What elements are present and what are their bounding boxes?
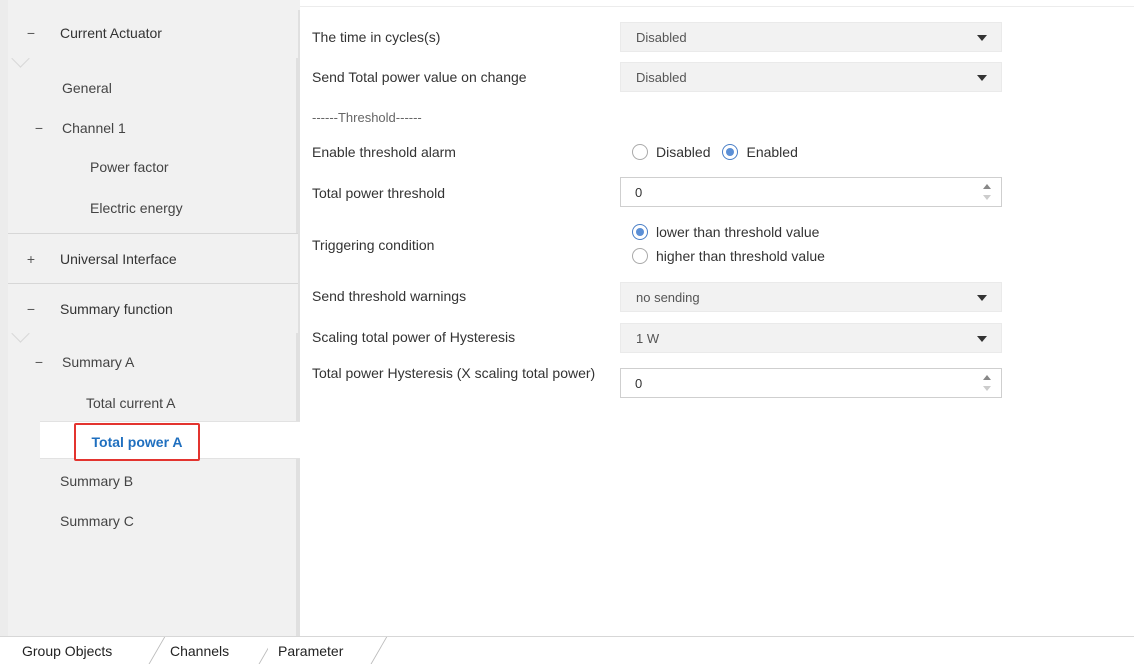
section-label: Universal Interface bbox=[60, 250, 177, 267]
radio-option-enabled[interactable]: Enabled bbox=[722, 144, 798, 160]
param-time-in-cycles: The time in cycles(s) Disabled bbox=[312, 22, 1112, 52]
param-total-power-threshold: Total power threshold 0 bbox=[312, 177, 1112, 207]
sidebar-item-label: Power factor bbox=[90, 159, 169, 175]
radio-label: Enabled bbox=[746, 144, 798, 160]
section-notch bbox=[8, 333, 38, 343]
chevron-down-icon bbox=[977, 295, 987, 301]
section-summary-function[interactable]: − Summary function bbox=[8, 283, 298, 333]
sidebar-item-label: Total current A bbox=[86, 395, 176, 411]
triggering-condition-radio-group: lower than threshold value higher than t… bbox=[632, 220, 837, 268]
section-universal-interface[interactable]: + Universal Interface bbox=[8, 233, 298, 283]
send-threshold-warnings-select[interactable]: no sending bbox=[620, 282, 1002, 312]
sidebar-item-label: Summary C bbox=[60, 513, 134, 529]
radio-label: higher than threshold value bbox=[656, 248, 825, 264]
sidebar-item-power-factor[interactable]: Power factor bbox=[90, 159, 169, 175]
collapse-icon[interactable]: − bbox=[32, 120, 46, 136]
select-value: Disabled bbox=[636, 29, 687, 45]
select-value: no sending bbox=[636, 289, 700, 305]
tab-label: Channels bbox=[170, 643, 230, 659]
sidebar-item-summary-b[interactable]: Summary B bbox=[60, 473, 133, 489]
divider-label: ------Threshold------ bbox=[312, 110, 422, 125]
param-total-power-hysteresis: Total power Hysteresis (X scaling total … bbox=[312, 364, 1112, 404]
total-power-hysteresis-input[interactable]: 0 bbox=[620, 368, 1002, 398]
sidebar-item-total-current-a[interactable]: Total current A bbox=[86, 395, 176, 411]
radio-label: Disabled bbox=[656, 144, 711, 160]
sidebar-item-summary-c[interactable]: Summary C bbox=[60, 513, 134, 529]
sidebar-item-total-power-a[interactable]: Total power A bbox=[74, 423, 200, 461]
param-label: Triggering condition bbox=[312, 237, 435, 253]
param-label: Send threshold warnings bbox=[312, 288, 467, 304]
tab-parameter[interactable]: Parameter bbox=[268, 637, 354, 664]
scaling-hysteresis-select[interactable]: 1 W bbox=[620, 323, 1002, 353]
radio-label: lower than threshold value bbox=[656, 224, 820, 240]
total-power-threshold-input[interactable]: 0 bbox=[620, 177, 1002, 207]
threshold-divider: ------Threshold------ bbox=[312, 109, 1112, 127]
chevron-down-icon bbox=[977, 35, 987, 41]
send-total-power-on-change-select[interactable]: Disabled bbox=[620, 62, 1002, 92]
select-value: Disabled bbox=[636, 69, 687, 85]
param-label: Total power Hysteresis (X scaling total … bbox=[312, 365, 596, 381]
sidebar-item-label: Electric energy bbox=[90, 200, 183, 216]
radio-option-lower[interactable]: lower than threshold value bbox=[632, 220, 825, 244]
collapse-icon[interactable]: − bbox=[24, 301, 38, 317]
sidebar-item-label: Summary B bbox=[60, 473, 134, 489]
sidebar-item-channel-1[interactable]: − Channel 1 bbox=[32, 120, 126, 136]
radio-checked-icon[interactable] bbox=[722, 144, 739, 160]
radio-option-disabled[interactable]: Disabled bbox=[632, 144, 710, 160]
input-value: 0 bbox=[635, 184, 643, 200]
section-label: Summary function bbox=[60, 300, 173, 317]
sidebar-item-electric-energy[interactable]: Electric energy bbox=[90, 200, 183, 216]
param-send-total-power-on-change: Send Total power value on change Disable… bbox=[312, 62, 1112, 92]
spinner-icon[interactable] bbox=[983, 182, 991, 202]
chevron-down-icon bbox=[977, 336, 987, 342]
section-label: Current Actuator bbox=[60, 25, 162, 41]
sidebar-item-label: Channel 1 bbox=[62, 120, 126, 136]
threshold-alarm-radio-group: Disabled Enabled bbox=[632, 140, 810, 164]
sidebar-item-label: Summary A bbox=[62, 354, 135, 370]
radio-unchecked-icon[interactable] bbox=[632, 144, 648, 160]
radio-checked-icon[interactable] bbox=[632, 224, 648, 240]
radio-unchecked-icon[interactable] bbox=[632, 248, 648, 264]
tab-group-objects[interactable]: Group Objects bbox=[12, 637, 122, 664]
param-enable-threshold-alarm: Enable threshold alarm Disabled Enabled bbox=[312, 140, 1112, 164]
sidebar-item-label: General bbox=[62, 80, 112, 96]
expand-icon[interactable]: + bbox=[24, 251, 38, 267]
param-send-threshold-warnings: Send threshold warnings no sending bbox=[312, 282, 1112, 312]
collapse-icon[interactable]: − bbox=[24, 25, 38, 41]
time-in-cycles-select[interactable]: Disabled bbox=[620, 22, 1002, 52]
input-value: 0 bbox=[635, 375, 643, 391]
param-label: The time in cycles(s) bbox=[312, 29, 441, 45]
panel-top-border bbox=[300, 6, 1134, 7]
param-label: Scaling total power of Hysteresis bbox=[312, 329, 516, 345]
param-label: Total power threshold bbox=[312, 185, 446, 201]
bottom-tab-bar: Group Objects Channels Parameter bbox=[0, 636, 1134, 664]
param-scaling-hysteresis: Scaling total power of Hysteresis 1 W bbox=[312, 323, 1112, 353]
sidebar-item-general[interactable]: General bbox=[62, 80, 112, 96]
tab-label: Parameter bbox=[278, 643, 344, 659]
tab-label: Group Objects bbox=[22, 643, 113, 659]
section-notch bbox=[8, 58, 38, 68]
sidebar-item-label: Total power A bbox=[91, 434, 183, 450]
param-label: Send Total power value on change bbox=[312, 69, 527, 85]
select-value: 1 W bbox=[636, 330, 660, 346]
section-current-actuator[interactable]: − Current Actuator bbox=[8, 8, 298, 58]
chevron-down-icon bbox=[977, 75, 987, 81]
tab-channels[interactable]: Channels bbox=[160, 637, 239, 664]
navigation-sidebar: − Current Actuator General − Channel 1 Po… bbox=[0, 0, 310, 636]
param-label: Enable threshold alarm bbox=[312, 144, 456, 160]
tab-separator bbox=[370, 637, 388, 664]
spinner-icon[interactable] bbox=[983, 373, 991, 393]
collapse-icon[interactable]: − bbox=[32, 354, 46, 370]
param-triggering-condition: Triggering condition lower than threshol… bbox=[312, 220, 1112, 268]
radio-option-higher[interactable]: higher than threshold value bbox=[632, 244, 825, 268]
sidebar-item-summary-a[interactable]: − Summary A bbox=[32, 354, 134, 370]
parameter-panel: The time in cycles(s) Disabled Send Tota… bbox=[300, 0, 1134, 636]
